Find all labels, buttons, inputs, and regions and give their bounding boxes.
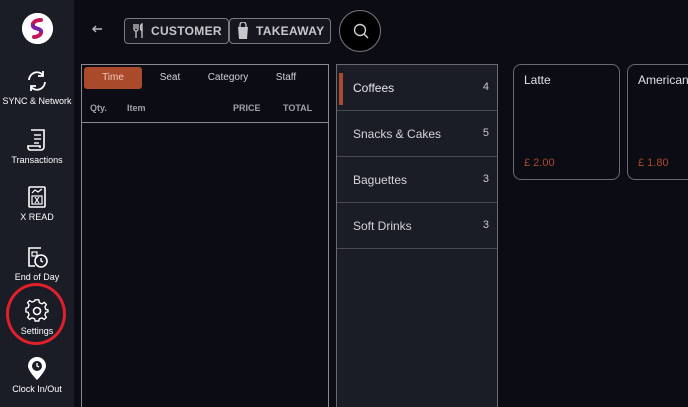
sidebar-item-label: Settings [20,326,54,336]
end-of-day-icon [28,247,48,268]
report-icon [28,186,46,208]
sidebar-item-label: Clock In/Out [12,384,62,394]
product-price: £ 2.00 [524,157,555,169]
sidebar-item-label: SYNC & Network [2,96,72,106]
category-name: Soft Drinks [353,219,412,233]
column-price: PRICE [233,103,261,113]
search-button[interactable] [339,10,381,52]
sidebar-item-label: End of Day [14,272,60,282]
takeaway-bag-icon [238,22,248,39]
category-item-soft-drinks[interactable]: Soft Drinks 3 [337,203,497,249]
category-item-snacks-cakes[interactable]: Snacks & Cakes 5 [337,111,497,157]
app-logo [22,13,53,44]
category-name: Baguettes [353,173,408,187]
cutlery-icon [133,22,143,38]
sidebar-item-label: X READ [20,212,54,222]
column-total: TOTAL [283,103,313,113]
customer-button[interactable]: CUSTOMER [124,18,229,44]
category-count: 3 [482,173,489,185]
category-count: 4 [482,81,489,93]
sidebar-item-x-read[interactable]: X READ [0,184,74,222]
sidebar-item-sync[interactable]: SYNC & Network [0,68,74,106]
category-name: Coffees [353,81,395,95]
takeaway-button[interactable]: TAKEAWAY [229,18,332,44]
order-table-header: Qty. Item PRICE TOTAL [82,95,328,123]
category-item-coffees[interactable]: Coffees 4 [337,65,497,111]
sync-icon [28,71,46,91]
order-tabs: Time Seat Category Staff [82,65,328,91]
tab-time[interactable]: Time [84,67,142,89]
order-panel: Time Seat Category Staff Qty. Item PRICE… [81,64,329,407]
tab-staff[interactable]: Staff [258,67,314,89]
tab-seat[interactable]: Seat [142,67,198,89]
category-count: 3 [482,219,489,231]
takeaway-label: TAKEAWAY [256,24,325,38]
product-card-latte[interactable]: Latte £ 2.00 [513,64,620,180]
category-count: 5 [482,127,489,139]
product-price: £ 1.80 [638,157,669,169]
customer-label: CUSTOMER [151,24,222,38]
sidebar-item-clock-in-out[interactable]: Clock In/Out [0,356,74,394]
product-card-americano[interactable]: Americano £ 1.80 [627,64,688,180]
category-name: Snacks & Cakes [353,127,442,141]
tab-category[interactable]: Category [198,67,258,89]
back-button[interactable] [91,22,107,40]
sidebar-item-end-of-day[interactable]: End of Day [0,244,74,282]
receipt-icon [27,129,45,151]
column-item: Item [127,103,146,113]
sidebar-item-label: Transactions [11,155,63,165]
search-icon [353,23,369,39]
pos-app: SYNC & Network Transactions X READ End o… [0,0,688,407]
product-name: Latte [524,73,551,87]
category-list: Coffees 4 Snacks & Cakes 5 Baguettes 3 S… [336,64,498,407]
product-name: Americano [638,73,688,87]
arrow-left-icon [92,25,102,33]
sidebar: SYNC & Network Transactions X READ End o… [0,0,74,407]
sidebar-item-settings[interactable]: Settings [0,298,74,336]
column-qty: Qty. [90,103,107,113]
category-item-baguettes[interactable]: Baguettes 3 [337,157,497,203]
active-indicator [339,73,343,105]
gear-icon [25,299,49,322]
clock-pin-icon [28,357,46,380]
sidebar-item-transactions[interactable]: Transactions [0,127,74,165]
